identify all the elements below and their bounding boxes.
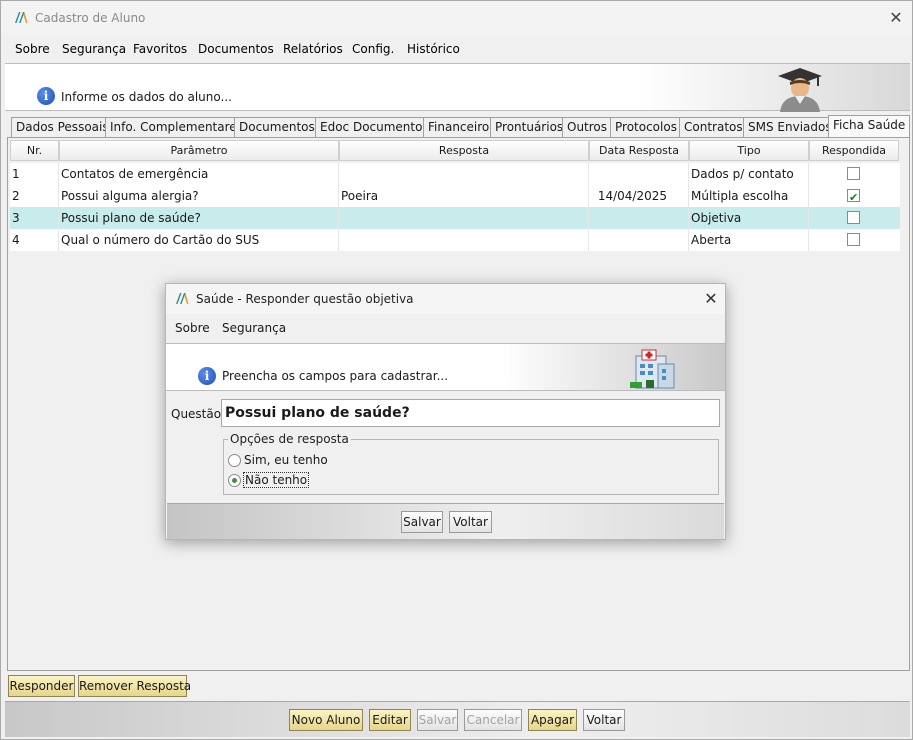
footer-bar: Novo Aluno Editar Salvar Cancelar Apagar… — [5, 701, 910, 737]
tab-protocolos[interactable]: Protocolos — [610, 117, 682, 137]
answer-options-group: Opções de resposta Sim, eu tenho Não ten… — [223, 432, 719, 495]
header-message: Informe os dados do aluno... — [61, 90, 232, 104]
editar-button[interactable]: Editar — [369, 709, 411, 731]
window-title: Cadastro de Aluno — [35, 11, 146, 25]
dialog-header: i Preencha os campos para cadastrar... — [166, 343, 725, 391]
tab-financeiro[interactable]: Financeiro — [423, 117, 495, 137]
dialog-title-bar: Saúde - Responder questão objetiva ✕ — [166, 284, 725, 314]
col-nr[interactable]: Nr. — [10, 140, 59, 161]
cell-resposta — [339, 207, 589, 229]
cell-parametro: Possui plano de saúde? — [59, 207, 339, 229]
remover-resposta-button[interactable]: Remover Resposta — [78, 675, 191, 697]
cell-data — [589, 163, 689, 185]
option-sim-label[interactable]: Sim, eu tenho — [244, 453, 328, 467]
menu-historico[interactable]: Histórico — [407, 42, 460, 56]
dialog-menu-sobre[interactable]: Sobre — [175, 321, 210, 335]
col-tipo[interactable]: Tipo — [689, 140, 809, 161]
dialog-menu-seguranca[interactable]: Segurança — [222, 321, 286, 335]
tab-strip: Dados Pessoais Info. Complementares Docu… — [5, 115, 911, 137]
menu-relatorios[interactable]: Relatórios — [283, 42, 343, 56]
menu-sobre[interactable]: Sobre — [15, 42, 50, 56]
dialog-footer: Salvar Voltar — [167, 503, 724, 539]
menu-documentos[interactable]: Documentos — [198, 42, 274, 56]
respondida-checkbox[interactable] — [847, 187, 860, 207]
responder-button[interactable]: Responder — [8, 675, 75, 697]
cell-tipo: Múltipla escolha — [689, 185, 809, 207]
cell-tipo: Objetiva — [689, 207, 809, 229]
tab-prontuarios[interactable]: Prontuários — [490, 117, 569, 137]
voltar-button[interactable]: Voltar — [583, 709, 625, 731]
title-bar: Cadastro de Aluno ✕ — [1, 1, 912, 35]
cell-tipo: Aberta — [689, 229, 809, 251]
cell-nr: 2 — [10, 185, 59, 207]
tab-documentos[interactable]: Documentos — [234, 117, 320, 137]
tab-outros[interactable]: Outros — [562, 117, 613, 137]
tab-ficha-saude[interactable]: Ficha Saúde — [828, 115, 911, 137]
cell-data — [589, 229, 689, 251]
table-row[interactable]: 4 Qual o número do Cartão do SUS Aberta — [10, 229, 900, 251]
options-legend: Opções de resposta — [228, 432, 351, 446]
tab-edoc-documentos[interactable]: Edoc Documentos — [315, 117, 434, 137]
cell-parametro: Qual o número do Cartão do SUS — [59, 229, 339, 251]
info-icon: i — [198, 367, 216, 385]
cell-resposta: Poeira — [339, 185, 589, 207]
table-row[interactable]: 1 Contatos de emergência Dados p/ contat… — [10, 163, 900, 185]
dialog-message: Preencha os campos para cadastrar... — [222, 369, 449, 383]
option-sim-radio[interactable] — [228, 454, 241, 467]
health-answer-dialog: Saúde - Responder questão objetiva ✕ Sob… — [165, 283, 726, 540]
cell-nr: 3 — [10, 207, 59, 229]
cell-resposta — [339, 163, 589, 185]
hospital-icon — [630, 349, 675, 389]
respondida-checkbox[interactable] — [847, 167, 860, 180]
table-row[interactable]: 2 Possui alguma alergia? Poeira 14/04/20… — [10, 185, 900, 207]
cell-nr: 1 — [10, 163, 59, 185]
respondida-checkbox[interactable] — [847, 233, 860, 246]
tab-sms-enviados[interactable]: SMS Enviados — [743, 117, 837, 137]
respondida-checkbox[interactable] — [847, 211, 860, 224]
cell-parametro: Contatos de emergência — [59, 163, 339, 185]
cell-tipo: Dados p/ contato — [689, 163, 809, 185]
cell-resposta — [339, 229, 589, 251]
cell-data: 14/04/2025 — [589, 185, 689, 207]
col-resposta[interactable]: Resposta — [339, 140, 589, 161]
option-nao-radio[interactable] — [228, 474, 241, 487]
graduate-icon — [778, 68, 822, 112]
dialog-salvar-button[interactable]: Salvar — [401, 511, 443, 533]
dialog-title: Saúde - Responder questão objetiva — [196, 292, 414, 306]
tab-dados-pessoais[interactable]: Dados Pessoais — [11, 117, 114, 137]
col-parametro[interactable]: Parâmetro — [59, 140, 339, 161]
table-row-selected[interactable]: 3 Possui plano de saúde? Objetiva — [10, 207, 900, 229]
salvar-button[interactable]: Salvar — [417, 709, 458, 731]
question-field[interactable]: Possui plano de saúde? — [221, 399, 720, 427]
novo-aluno-button[interactable]: Novo Aluno — [289, 709, 363, 731]
dialog-menu-bar: Sobre Segurança — [166, 316, 725, 340]
option-nao-label[interactable]: Não tenho — [242, 472, 310, 488]
cell-data — [589, 207, 689, 229]
cell-nr: 4 — [10, 229, 59, 251]
col-respondida[interactable]: Respondida — [809, 140, 899, 161]
header-banner: i Informe os dados do aluno... — [5, 63, 910, 112]
question-label: Questão: — [171, 407, 226, 421]
close-icon[interactable]: ✕ — [701, 288, 721, 310]
app-logo-icon — [15, 12, 28, 23]
menu-bar: Sobre Segurança Favoritos Documentos Rel… — [5, 37, 910, 61]
dialog-voltar-button[interactable]: Voltar — [449, 511, 492, 533]
menu-config[interactable]: Config. — [352, 42, 394, 56]
tab-info-complementares[interactable]: Info. Complementares — [105, 117, 248, 137]
app-logo-icon — [176, 293, 189, 304]
info-icon: i — [37, 87, 55, 105]
col-data-resposta[interactable]: Data Resposta — [589, 140, 689, 161]
cancelar-button[interactable]: Cancelar — [464, 709, 522, 731]
cell-parametro: Possui alguma alergia? — [59, 185, 339, 207]
close-icon[interactable]: ✕ — [885, 7, 907, 29]
menu-favoritos[interactable]: Favoritos — [133, 42, 187, 56]
menu-seguranca[interactable]: Segurança — [62, 42, 126, 56]
tab-contratos[interactable]: Contratos — [679, 117, 748, 137]
apagar-button[interactable]: Apagar — [528, 709, 577, 731]
